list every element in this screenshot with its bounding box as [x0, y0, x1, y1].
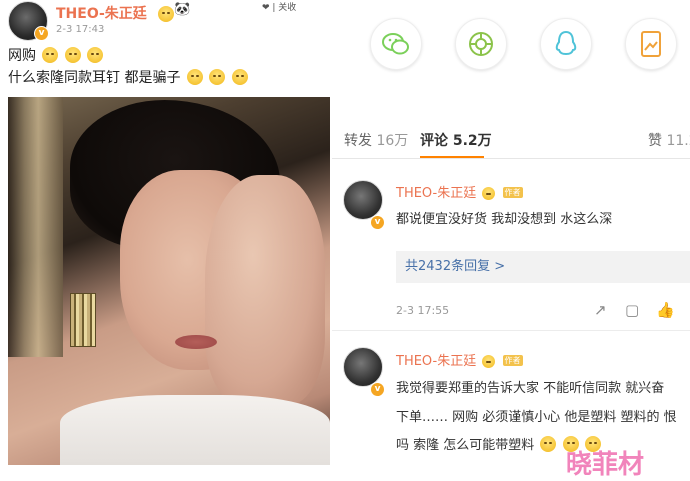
tab-like-count: 11.2	[666, 133, 690, 149]
comment-author-text: THEO-朱正廷	[396, 186, 477, 201]
active-tab-indicator	[420, 156, 484, 158]
comment-divider	[332, 330, 690, 331]
post-timestamp: 2-3 17:43	[56, 24, 105, 35]
photo-hand	[205, 175, 325, 405]
emoji-icon	[231, 69, 248, 85]
photo-background-frame	[8, 97, 63, 357]
like-action-icon[interactable]: 👍	[656, 301, 675, 319]
moments-icon	[469, 32, 493, 56]
comment-time: 2-3 17:55	[396, 304, 450, 317]
comment-line-2: 下单…… 网购 必须谨慎小心 他是塑料 塑料的 恨	[396, 410, 677, 425]
tab-like[interactable]: 赞 11.2	[648, 130, 690, 150]
view-replies-link[interactable]: 共2432条回复 >	[396, 251, 690, 283]
interaction-tab-bar: 转发 16万 评论 5.2万 赞 11.2	[332, 118, 690, 159]
earring	[70, 293, 96, 347]
post-line-1: 网购	[8, 45, 104, 65]
post-line-2-text: 什么索隆同款耳钉 都是骗子	[8, 70, 181, 86]
post-line-2: 什么索隆同款耳钉 都是骗子	[8, 67, 248, 87]
verified-badge-icon: v	[370, 215, 385, 230]
wechat-icon	[382, 33, 409, 55]
panda-icon: 🐼	[174, 2, 191, 17]
post-author-name[interactable]: THEO-朱正廷	[56, 3, 147, 23]
save-image-button[interactable]	[625, 18, 677, 70]
tab-comment[interactable]: 评论 5.2万	[420, 130, 492, 150]
wechat-share-button[interactable]	[370, 18, 422, 70]
comment-author-avatar[interactable]	[343, 347, 383, 387]
post-line-1-text: 网购	[8, 48, 36, 64]
corner-stamp: ❤ | 关收	[262, 3, 297, 13]
comment-author-avatar[interactable]	[343, 180, 383, 220]
comment-line-3-text: 吗 索隆 怎么可能带塑料	[396, 438, 535, 453]
emoji-icon	[158, 6, 174, 22]
verified-badge-icon: v	[370, 382, 385, 397]
author-tag: 作者	[502, 187, 523, 198]
comment-text: 都说便宜没好货 我却没想到 水这么深	[396, 212, 613, 227]
emoji-icon	[64, 47, 81, 63]
tab-comment-label: 评论	[420, 133, 448, 149]
share-action-icon[interactable]: ↗	[594, 301, 607, 319]
emoji-icon	[482, 187, 496, 200]
reply-action-icon[interactable]: ▢	[625, 301, 639, 319]
author-tag: 作者	[502, 355, 523, 366]
emoji-icon	[482, 355, 496, 368]
qq-share-button[interactable]	[540, 18, 592, 70]
emoji-icon	[87, 47, 104, 63]
tab-comment-count: 5.2万	[452, 133, 492, 149]
crying-emoji-icon	[540, 436, 557, 452]
comment-author-text: THEO-朱正廷	[396, 354, 477, 369]
comment-author-name[interactable]: THEO-朱正廷 作者	[396, 182, 523, 201]
tab-like-label: 赞	[648, 133, 662, 149]
emoji-icon	[209, 69, 226, 85]
watermark-text: 晓菲材	[566, 450, 645, 480]
tab-repost-count: 16万	[376, 133, 409, 149]
emoji-icon	[42, 47, 59, 63]
comment-author-name[interactable]: THEO-朱正廷 作者	[396, 350, 523, 369]
moments-share-button[interactable]	[455, 18, 507, 70]
qq-icon	[555, 30, 577, 56]
verified-badge-icon: v	[34, 26, 49, 41]
comment-line-1: 我觉得要郑重的告诉大家 不能听信同款 就兴奋	[396, 381, 665, 396]
emoji-icon	[186, 69, 203, 85]
tab-repost[interactable]: 转发 16万	[344, 130, 408, 150]
photo-shirt	[60, 395, 330, 465]
tab-repost-label: 转发	[344, 133, 372, 149]
photo-lips	[175, 335, 217, 349]
save-image-icon	[641, 31, 661, 57]
